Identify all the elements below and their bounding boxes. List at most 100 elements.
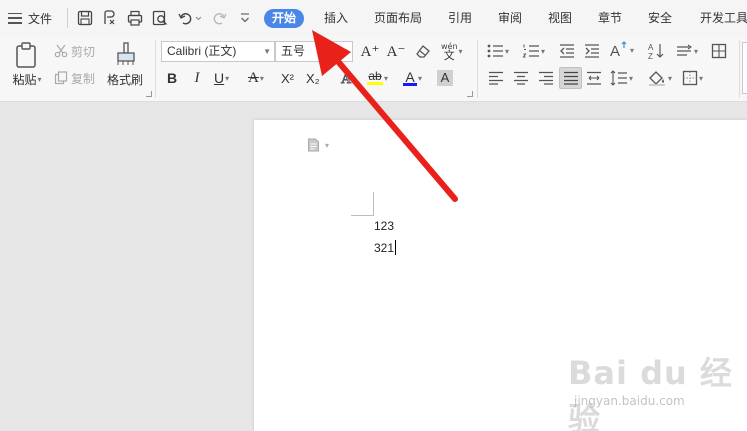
- group-divider: [739, 40, 740, 98]
- chinese-layout-icon: A: [610, 41, 627, 59]
- borders-button[interactable]: ▾: [682, 69, 703, 87]
- chevron-down-icon: ▼: [341, 47, 349, 56]
- baidu-watermark: Bai du 经验 jingyan.baidu.com: [568, 348, 738, 431]
- paste-dropdown[interactable]: 粘贴 ▾: [9, 70, 45, 88]
- align-center-icon: [514, 71, 528, 85]
- underline-button[interactable]: U ▾: [214, 68, 229, 88]
- copy-label: 复制: [71, 71, 96, 86]
- distributed-button[interactable]: [585, 69, 603, 87]
- caret-icon: ▾: [458, 46, 463, 56]
- format-painter-button[interactable]: [114, 40, 138, 68]
- document-line-2-text: 321: [374, 241, 395, 255]
- justify-button[interactable]: [559, 67, 582, 89]
- print-preview-button[interactable]: [151, 9, 169, 27]
- bullet-list-icon: [487, 44, 503, 58]
- font-group-launcher[interactable]: [467, 91, 473, 97]
- tab-security[interactable]: 安全: [648, 9, 672, 28]
- format-painter-icon: [117, 42, 135, 65]
- tab-home[interactable]: 开始: [264, 9, 305, 28]
- print-button[interactable]: [126, 9, 144, 27]
- font-size-combo[interactable]: 五号 ▼: [275, 41, 353, 62]
- text-cursor: [395, 240, 397, 255]
- shrink-font-icon: A⁻: [386, 43, 406, 60]
- print-preview-icon: [152, 10, 168, 26]
- phonetic-guide-button[interactable]: wén 文 ▾: [441, 40, 463, 62]
- subscript-icon: X₂: [306, 70, 320, 86]
- export-pdf-button[interactable]: [101, 9, 119, 27]
- subscript-button[interactable]: X₂: [306, 68, 320, 88]
- font-color-button[interactable]: A ▾: [403, 68, 422, 88]
- tab-insert[interactable]: 插入: [324, 9, 348, 28]
- bullets-button[interactable]: ▾: [486, 42, 509, 60]
- borders-icon: [682, 70, 698, 86]
- tab-view[interactable]: 视图: [548, 9, 572, 28]
- caret-icon: ▾: [668, 73, 673, 83]
- align-center-button[interactable]: [512, 69, 530, 87]
- ribbon-home: 粘贴 ▾ 剪切 复制 格式刷 Calibri (正文) ▼ 五号 ▼ A⁺ A⁻ …: [0, 36, 747, 102]
- customize-toolbar-button[interactable]: [236, 9, 254, 27]
- numbering-button[interactable]: ▾: [522, 42, 545, 60]
- line-spacing-button[interactable]: ▾: [610, 69, 633, 87]
- redo-button[interactable]: [210, 9, 228, 27]
- chinese-layout-button[interactable]: A ▾: [609, 40, 634, 60]
- chevron-down-icon: ▼: [263, 47, 271, 56]
- format-painter-label: 格式刷: [107, 72, 144, 87]
- caret-icon: ▾: [629, 73, 634, 83]
- italic-button[interactable]: I: [189, 68, 205, 88]
- styles-gallery[interactable]: [742, 42, 747, 94]
- tab-references[interactable]: 引用: [448, 9, 472, 28]
- character-shading-button[interactable]: A: [436, 68, 454, 88]
- copy-button[interactable]: 复制: [54, 69, 95, 87]
- margin-corner-mark: [351, 192, 374, 216]
- group-divider: [155, 40, 156, 98]
- font-color-swatch: [403, 82, 417, 86]
- undo-button[interactable]: [177, 9, 203, 27]
- redo-icon: [213, 13, 227, 25]
- chevron-down-icon: [241, 13, 249, 23]
- align-left-button[interactable]: [487, 69, 505, 87]
- decrease-indent-button[interactable]: [558, 42, 576, 60]
- hamburger-icon: [8, 12, 22, 24]
- document-line-2[interactable]: 321: [374, 240, 397, 255]
- tab-chapter[interactable]: 章节: [598, 9, 622, 28]
- caret-icon: ▾: [505, 46, 510, 56]
- font-color-glyph: A: [405, 68, 415, 85]
- phonetic-icon: wén 文: [441, 42, 458, 62]
- superscript-button[interactable]: X²: [281, 68, 294, 88]
- shading-button[interactable]: ▾: [647, 69, 672, 87]
- sort-button[interactable]: AZ: [646, 41, 666, 61]
- align-left-icon: [489, 71, 503, 85]
- align-right-icon: [539, 71, 553, 85]
- file-menu[interactable]: 文件: [8, 9, 52, 27]
- save-button[interactable]: [76, 9, 94, 27]
- printer-icon: [127, 10, 143, 26]
- table-grid-button[interactable]: [710, 42, 728, 60]
- clear-formatting-button[interactable]: [414, 42, 432, 60]
- distributed-icon: [587, 71, 601, 85]
- tab-developer[interactable]: 开发工具: [700, 9, 747, 28]
- decrease-indent-icon: [560, 44, 574, 58]
- eraser-icon: [416, 45, 430, 58]
- paragraph-handle[interactable]: ▾: [307, 138, 329, 152]
- grow-font-button[interactable]: A⁺: [360, 41, 380, 61]
- align-right-button[interactable]: [537, 69, 555, 87]
- copy-icon: [54, 71, 68, 85]
- bold-icon: B: [166, 70, 178, 86]
- caret-icon: ▾: [541, 46, 546, 56]
- document-line-1[interactable]: 123: [374, 219, 394, 233]
- strikethrough-button[interactable]: A ▾: [248, 68, 264, 88]
- paste-button[interactable]: [10, 40, 42, 70]
- tab-page-layout[interactable]: 页面布局: [374, 9, 422, 28]
- text-effects-button[interactable]: A: [338, 68, 356, 88]
- svg-text:A: A: [648, 43, 654, 52]
- shrink-font-button[interactable]: A⁻: [386, 41, 406, 61]
- clipboard-group-launcher[interactable]: [146, 91, 152, 97]
- tab-review[interactable]: 审阅: [498, 9, 522, 28]
- show-hide-marks-button[interactable]: ▾: [675, 42, 698, 60]
- bold-button[interactable]: B: [164, 68, 180, 88]
- cut-button[interactable]: 剪切: [54, 42, 95, 60]
- watermark-url: jingyan.baidu.com: [574, 394, 685, 408]
- font-name-combo[interactable]: Calibri (正文) ▼: [161, 41, 275, 62]
- increase-indent-button[interactable]: [583, 42, 601, 60]
- highlight-button[interactable]: ab ▾: [367, 68, 388, 88]
